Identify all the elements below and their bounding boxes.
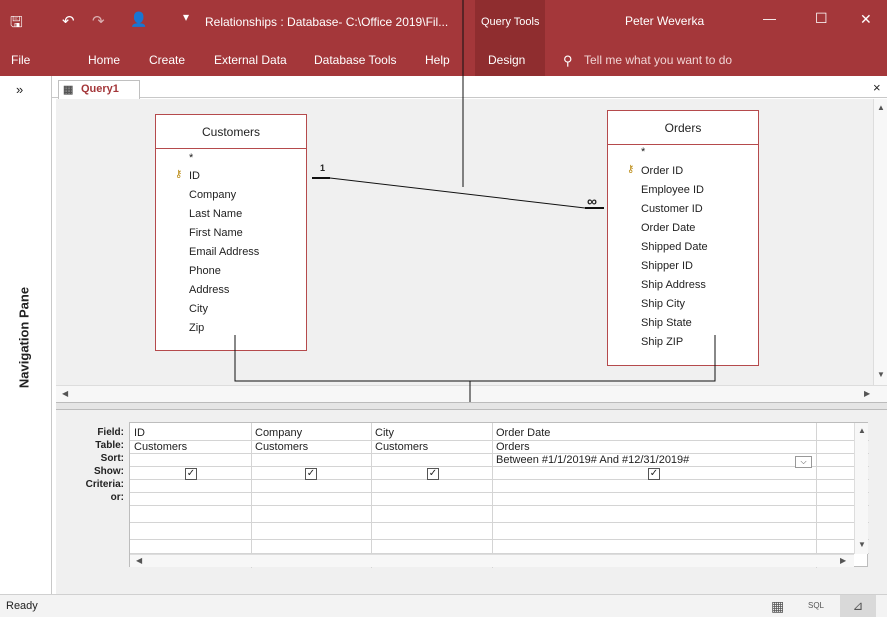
show-checkbox[interactable]: ✓: [305, 468, 317, 480]
grid-horizontal-scrollbar[interactable]: ◀ ▶: [130, 554, 854, 567]
label-or: or:: [110, 492, 124, 503]
relationship-join-line[interactable]: [329, 177, 586, 209]
label-show: Show:: [94, 466, 124, 477]
criteria-cell[interactable]: Between #1/1/2019# And #12/31/2019#: [496, 454, 689, 466]
show-checkbox[interactable]: ✓: [648, 468, 660, 480]
grid-table-cell[interactable]: Customers: [255, 441, 308, 453]
many-side-label: ∞: [587, 193, 597, 209]
datasheet-view-icon[interactable]: ▦: [771, 598, 784, 615]
status-bar: Ready ▦ SQL ⊿: [0, 594, 887, 617]
sql-view-icon[interactable]: SQL: [808, 601, 824, 610]
label-sort: Sort:: [100, 453, 124, 464]
status-text: Ready: [6, 600, 38, 612]
scroll-right-icon[interactable]: ▶: [840, 556, 846, 565]
scroll-up-icon[interactable]: ▲: [858, 426, 866, 435]
grid-field-cell[interactable]: Company: [255, 427, 302, 439]
grid-table-cell[interactable]: Customers: [134, 441, 187, 453]
grid-table-cell[interactable]: Orders: [496, 441, 530, 453]
query-grid[interactable]: ID Customers Company Customers City Cust…: [129, 422, 869, 568]
scroll-left-icon[interactable]: ◀: [136, 556, 142, 565]
label-table: Table:: [95, 440, 124, 451]
sort-dropdown-icon[interactable]: ⌵: [795, 456, 812, 468]
pane-splitter[interactable]: [56, 402, 887, 410]
grid-row-labels: Field: Table: Sort: Show: Criteria: or:: [60, 427, 124, 527]
grid-vertical-scrollbar[interactable]: ▲ ▼: [854, 423, 868, 554]
grid-field-cell[interactable]: City: [375, 427, 394, 439]
one-side-label: 1: [320, 163, 326, 173]
label-criteria: Criteria:: [85, 479, 124, 490]
label-field: Field:: [97, 427, 124, 438]
design-view-icon[interactable]: ⊿: [840, 595, 876, 617]
grid-field-cell[interactable]: Order Date: [496, 427, 550, 439]
show-checkbox[interactable]: ✓: [427, 468, 439, 480]
show-checkbox[interactable]: ✓: [185, 468, 197, 480]
grid-field-cell[interactable]: ID: [134, 427, 145, 439]
scroll-down-icon[interactable]: ▼: [858, 540, 866, 549]
grid-table-cell[interactable]: Customers: [375, 441, 428, 453]
callout-bracket: [234, 335, 716, 382]
